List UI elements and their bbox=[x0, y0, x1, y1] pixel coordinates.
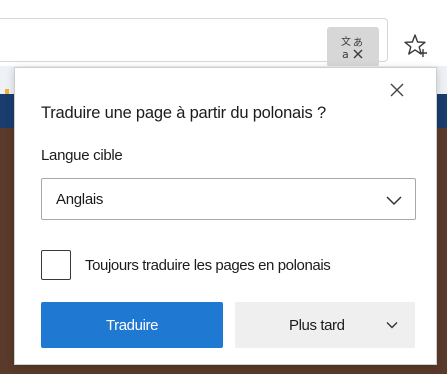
browser-toolbar: 文 あ a bbox=[0, 0, 447, 68]
target-language-label: Langue cible bbox=[41, 147, 123, 164]
later-button[interactable]: Plus tard bbox=[235, 302, 415, 348]
chevron-down-icon bbox=[383, 189, 405, 211]
popup-title: Traduire une page à partir du polonais ? bbox=[41, 104, 326, 122]
favorite-button[interactable] bbox=[394, 24, 438, 68]
translate-toolbar-button[interactable]: 文 あ a bbox=[327, 27, 379, 67]
close-icon bbox=[390, 83, 404, 97]
svg-text:あ: あ bbox=[353, 37, 363, 49]
always-translate-label[interactable]: Toujours traduire les pages en polonais bbox=[85, 257, 331, 274]
translate-icon: 文 あ a bbox=[341, 35, 363, 60]
svg-text:文: 文 bbox=[341, 35, 351, 48]
later-button-label: Plus tard bbox=[289, 317, 345, 334]
svg-text:a: a bbox=[342, 48, 349, 60]
always-translate-checkbox[interactable] bbox=[41, 250, 71, 280]
translate-popup: Traduire une page à partir du polonais ?… bbox=[14, 67, 437, 365]
chevron-down-icon[interactable] bbox=[383, 316, 401, 334]
close-button[interactable] bbox=[383, 76, 411, 104]
target-language-value: Anglais bbox=[56, 191, 104, 208]
target-language-select[interactable]: Anglais bbox=[41, 178, 416, 220]
favorite-star-icon bbox=[404, 34, 427, 57]
translate-button[interactable]: Traduire bbox=[41, 302, 223, 348]
